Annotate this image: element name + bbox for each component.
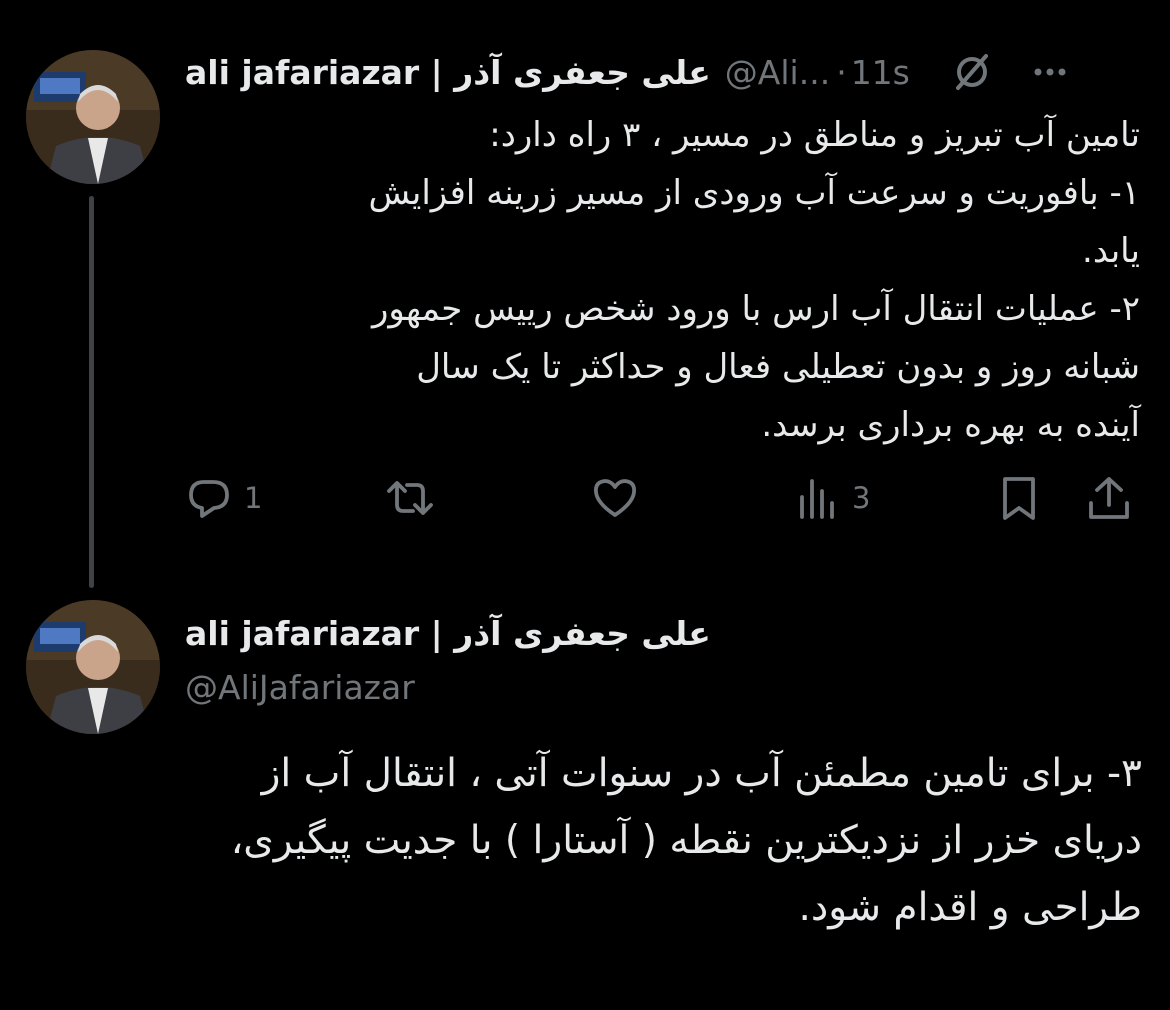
tweet-line: طراحی و اقدام شود. <box>798 885 1142 930</box>
tweet-line: یابد. <box>1082 231 1140 271</box>
tweet2-text: ۳- برای تامین مطمئن آب در سنوات آتی ، ان… <box>40 740 1142 941</box>
tweet1-header: ali jafariazar | علی جعفری آذر @Ali... ·… <box>185 44 1150 100</box>
retweet-button[interactable] <box>385 468 445 528</box>
tweet-line: ۲- عملیات انتقال آب ارس با ورود شخص رییس… <box>371 289 1140 329</box>
avatar-photo <box>26 50 160 184</box>
like-button[interactable] <box>590 468 650 528</box>
avatar[interactable] <box>26 600 160 734</box>
tweet-line: تامین آب تبریز و مناطق در مسیر ، ۳ راه د… <box>489 115 1140 155</box>
display-name[interactable]: ali jafariazar | علی جعفری آذر <box>185 614 711 653</box>
share-icon <box>1089 477 1129 519</box>
heart-icon <box>594 479 636 517</box>
tweet-line: ۳- برای تامین مطمئن آب در سنوات آتی ، ان… <box>261 751 1142 796</box>
tweet1-text: تامین آب تبریز و مناطق در مسیر ، ۳ راه د… <box>180 106 1140 454</box>
retweet-icon <box>387 481 433 515</box>
tweet-line: شبانه روز و بدون تعطیلی فعال و حداکثر تا… <box>416 347 1140 387</box>
tweet-line: آینده به بهره برداری برسد. <box>761 405 1140 445</box>
avatar-photo <box>26 600 160 734</box>
display-name[interactable]: ali jafariazar | علی جعفری آذر <box>185 53 711 92</box>
separator-dot: · <box>836 52 847 92</box>
bookmark-button[interactable] <box>994 468 1044 528</box>
timestamp[interactable]: 11s <box>851 53 910 92</box>
more-icon[interactable] <box>1030 52 1070 92</box>
bookmark-icon <box>1003 477 1035 520</box>
views-button[interactable]: 3 <box>792 468 870 528</box>
handle[interactable]: @Ali... <box>725 53 830 92</box>
grok-icon[interactable] <box>950 50 994 94</box>
share-button[interactable] <box>1084 468 1134 528</box>
reply-count: 1 <box>244 481 263 515</box>
views-count: 3 <box>852 481 871 515</box>
tweet-line: دریای خزر از نزدیکترین نقطه ( آستارا ) ب… <box>230 818 1142 863</box>
reply-button[interactable]: 1 <box>184 468 262 528</box>
avatar[interactable] <box>26 50 160 184</box>
reply-icon <box>189 480 229 518</box>
views-icon <box>800 479 834 519</box>
handle[interactable]: @AliJafariazar <box>185 668 415 707</box>
thread-line <box>89 196 94 588</box>
tweet1-actions: 1 3 <box>180 468 1145 528</box>
tweet-line: ۱- بافوریت و سرعت آب ورودی از مسیر زرینه… <box>368 173 1140 213</box>
